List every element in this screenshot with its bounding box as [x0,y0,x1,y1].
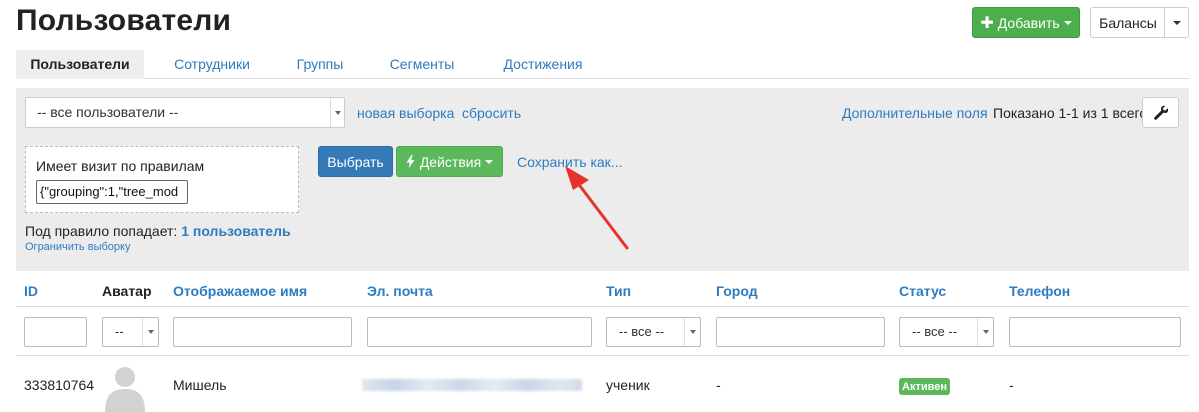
filter-status-select[interactable]: -- все -- [899,317,994,347]
choose-button-label: Выбрать [327,153,384,170]
cell-email-redacted [362,379,582,391]
plus-icon: ✚ [980,14,994,32]
result-count-link[interactable]: 1 пользователь [181,223,290,239]
caret-down-icon [977,318,993,346]
filter-id-input[interactable] [24,317,87,347]
choose-button[interactable]: Выбрать [318,146,393,177]
column-phone[interactable]: Телефон [1009,283,1070,299]
filter-email-input[interactable] [367,317,592,347]
balance-dropdown-toggle[interactable] [1164,7,1189,38]
avatar-placeholder-icon [103,362,147,412]
actions-button[interactable]: Действия [396,146,503,177]
tab-segments[interactable]: Сегменты [376,50,468,79]
tab-achievements[interactable]: Достижения [490,50,596,79]
result-summary: Под правило попадает: 1 пользователь [25,223,291,239]
add-button-label: Добавить [997,14,1060,31]
filter-type-value: -- все -- [619,324,665,339]
filter-avatar-select[interactable]: -- [102,317,159,347]
cell-id: 333810764 [24,377,95,393]
selection-value: -- все пользователи -- [37,104,179,120]
add-button[interactable]: ✚ Добавить [972,7,1080,38]
balance-button-label: Балансы [1099,14,1157,31]
selection-dropdown[interactable]: -- все пользователи -- [25,97,345,128]
wrench-icon [1153,105,1168,120]
table-row-divider [16,355,1189,356]
cell-city: - [716,377,721,393]
column-avatar: Аватар [102,283,152,299]
balance-button[interactable]: Балансы [1090,7,1165,38]
status-badge: Активен [899,378,950,395]
extra-fields-link[interactable]: Дополнительные поля [842,105,988,121]
settings-button[interactable] [1142,97,1179,128]
filter-type-select[interactable]: -- все -- [606,317,701,347]
caret-down-icon [1172,20,1181,25]
filter-city-input[interactable] [716,317,885,347]
caret-down-icon [330,98,344,127]
annotation-arrow [565,166,629,250]
column-status[interactable]: Статус [899,283,946,299]
column-display-name[interactable]: Отображаемое имя [173,283,307,299]
tab-users[interactable]: Пользователи [16,50,144,79]
cell-phone: - [1009,377,1014,393]
result-prefix: Под правило попадает: [25,223,178,239]
limit-selection-link[interactable]: Ограничить выборку [25,241,130,253]
table-header-divider [16,306,1189,307]
caret-down-icon [485,159,494,164]
cell-type: ученик [606,377,650,393]
reset-link[interactable]: сбросить [462,105,521,121]
filter-phone-input[interactable] [1009,317,1181,347]
caret-down-icon [684,318,700,346]
rule-label: Имеет визит по правилам [36,158,205,174]
actions-button-label: Действия [419,153,482,170]
filter-avatar-value: -- [115,324,124,339]
tab-employees[interactable]: Сотрудники [156,50,268,79]
column-id[interactable]: ID [24,283,38,299]
column-email[interactable]: Эл. почта [367,283,433,299]
filter-status-value: -- все -- [912,324,958,339]
tab-groups[interactable]: Группы [284,50,356,79]
rule-input[interactable]: {"grouping":1,"tree_mod [36,180,188,204]
cell-display-name-link[interactable]: Мишель [173,377,227,393]
bolt-icon [406,155,415,168]
tab-bar: Пользователи Сотрудники Группы Сегменты … [16,50,1189,79]
new-selection-link[interactable]: новая выборка [357,105,454,121]
shown-count-text: Показано 1-1 из 1 всего. [993,105,1151,121]
column-city[interactable]: Город [716,283,758,299]
caret-down-icon [1063,20,1072,25]
caret-down-icon [142,318,158,346]
rule-panel: Имеет визит по правилам {"grouping":1,"t… [25,146,299,213]
column-type[interactable]: Тип [606,283,631,299]
filter-name-input[interactable] [173,317,352,347]
page-title: Пользователи [16,4,232,37]
